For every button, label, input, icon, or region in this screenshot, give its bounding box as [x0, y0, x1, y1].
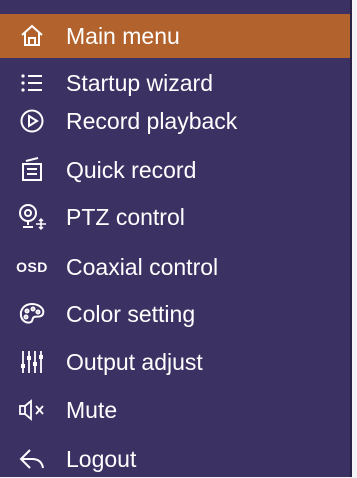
menu-item-ptz-control[interactable]: PTZ control	[0, 198, 350, 236]
menu-item-label: Quick record	[66, 156, 197, 183]
menu-item-label: Record playback	[66, 107, 238, 134]
menu-item-label: Startup wizard	[66, 69, 214, 96]
record-device-icon	[12, 155, 52, 185]
menu-item-coaxial-control[interactable]: OSD Coaxial control	[0, 248, 350, 286]
menu-item-label: Color setting	[66, 300, 196, 327]
list-icon	[12, 68, 52, 98]
menu-item-logout[interactable]: Logout	[0, 440, 350, 478]
menu-item-record-playback[interactable]: Record playback	[0, 103, 350, 139]
menu-item-output-adjust[interactable]: Output adjust	[0, 343, 350, 381]
menu-item-mute[interactable]: Mute	[0, 391, 350, 429]
menu-item-label: Logout	[66, 445, 137, 472]
menu-item-label: Output adjust	[66, 348, 203, 375]
mute-speaker-icon	[12, 395, 52, 425]
play-circle-icon	[12, 106, 52, 136]
menu-item-label: PTZ control	[66, 203, 185, 230]
menu-item-label: Coaxial control	[66, 253, 219, 280]
menu-item-label: Main menu	[66, 22, 180, 49]
menu-item-quick-record[interactable]: Quick record	[0, 151, 350, 189]
sliders-icon	[12, 347, 52, 377]
home-icon	[12, 21, 52, 51]
menu-item-main-menu[interactable]: Main menu	[0, 14, 350, 58]
menu-item-color-setting[interactable]: Color setting	[0, 295, 350, 333]
menu-item-label: Mute	[66, 396, 118, 423]
context-menu: Main menu Startup wizard Record playback	[0, 0, 352, 477]
ptz-camera-icon	[12, 202, 52, 232]
menu-item-startup-wizard[interactable]: Startup wizard	[0, 66, 350, 100]
osd-icon: OSD	[16, 259, 48, 275]
palette-icon	[12, 299, 52, 329]
logout-arrow-icon	[12, 444, 52, 474]
